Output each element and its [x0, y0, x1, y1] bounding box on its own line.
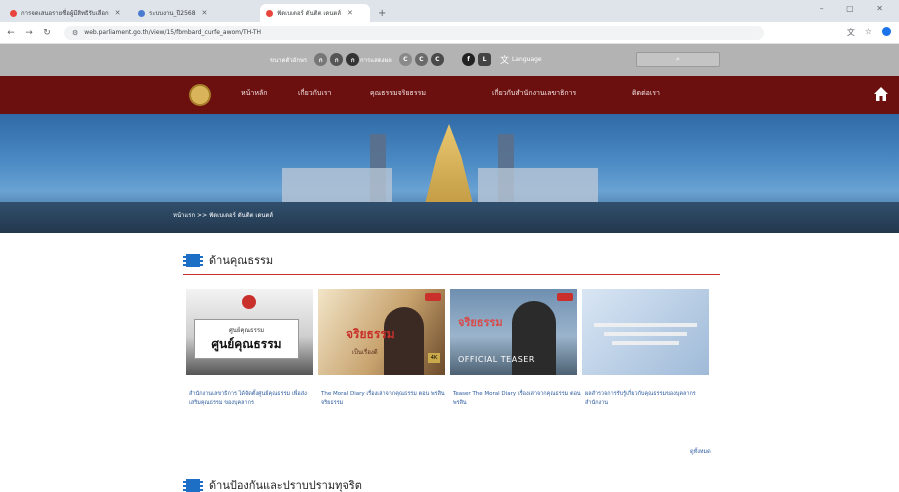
site-utility-bar: ขนาดตัวอักษร ก ก ก การแสดงผล C C C f L 文…: [0, 44, 899, 76]
thumbnail-sign: ศูนย์คุณธรรม ศูนย์คุณธรรม: [194, 319, 299, 359]
thumb-caption: OFFICIAL TEASER: [458, 355, 535, 364]
video-badge-icon: [557, 293, 573, 301]
tab-title: ฟัดเบเดอร์ ดันติต เดนตส์: [277, 10, 341, 17]
browser-actions: 文 ☆: [847, 27, 891, 38]
forward-icon[interactable]: →: [22, 28, 36, 38]
section-title-ethics: ด้านคุณธรรม: [183, 251, 273, 269]
url-text: web.parliament.go.th/view/15/fbmbard_cur…: [84, 29, 261, 36]
nav-item-about[interactable]: เกี่ยวกับเรา: [298, 88, 331, 99]
main-navigation: หน้าหลัก เกี่ยวกับเรา คุณธรรมจริยธรรม เก…: [0, 76, 899, 114]
thumb-big-text: ศูนย์คุณธรรม: [211, 336, 282, 351]
url-input[interactable]: ⚙ web.parliament.go.th/view/15/fbmbard_c…: [64, 25, 764, 40]
favicon-icon: [266, 9, 273, 17]
font-size-label: ขนาดตัวอักษร: [270, 56, 308, 64]
site-search-input[interactable]: ⌕: [636, 52, 720, 67]
back-icon[interactable]: ←: [4, 28, 18, 38]
card-caption-4[interactable]: ผลสำรวจการรับรู้เกี่ยวกับคุณธรรมของบุคลา…: [585, 390, 713, 408]
font-size-large-button[interactable]: ก: [346, 53, 360, 66]
social-and-language: f L 文 Language: [462, 53, 542, 66]
contrast-high-button[interactable]: C: [430, 53, 444, 66]
video-badge-icon: [425, 293, 441, 301]
profile-icon[interactable]: [882, 27, 891, 36]
close-tab-icon[interactable]: ✕: [115, 9, 121, 17]
thumb-text-line: [594, 323, 697, 327]
favicon-icon: [138, 9, 145, 17]
card-thumbnail-2[interactable]: จริยธรรม เป็นเรื่องดี 4K: [318, 289, 445, 375]
see-all-link[interactable]: ดูทั้งหมด: [690, 448, 711, 456]
thumb-text-line: [604, 332, 687, 336]
language-label[interactable]: Language: [512, 56, 542, 63]
browser-tab-3[interactable]: ฟัดเบเดอร์ ดันติต เดนตส์ ✕: [260, 4, 370, 22]
nav-item-home[interactable]: หน้าหลัก: [241, 88, 267, 99]
tab-title: การจดเสนอรายชื่อผู้มีสิทธิรับเลือก: [21, 10, 109, 17]
nav-item-secretariat[interactable]: เกี่ยวกับสำนักงานเลขาธิการ: [492, 88, 576, 99]
home-icon[interactable]: [873, 86, 889, 102]
tab-title: ระบบงาน_ปี2568: [149, 10, 196, 17]
close-tab-icon[interactable]: ✕: [202, 9, 208, 17]
hero-ground: [0, 202, 899, 233]
reload-icon[interactable]: ↻: [40, 28, 54, 38]
browser-tab-2[interactable]: ระบบงาน_ปี2568 ✕: [132, 4, 258, 22]
font-size-medium-button[interactable]: ก: [330, 53, 344, 66]
nav-item-ethics[interactable]: คุณธรรมจริยธรรม: [370, 88, 426, 99]
facebook-icon[interactable]: f: [462, 53, 475, 66]
window-controls[interactable]: – ▢ ✕: [820, 4, 893, 13]
contrast-controls: การแสดงผล C C C: [360, 53, 444, 66]
line-icon[interactable]: L: [478, 53, 491, 66]
font-size-controls: ขนาดตัวอักษร ก ก ก: [270, 53, 360, 66]
translate-icon[interactable]: 文: [847, 27, 855, 38]
nav-item-contact[interactable]: ติดต่อเรา: [632, 88, 660, 99]
thumb-subtitle: เป็นเรื่องดี: [352, 349, 378, 356]
thumb-title: จริยธรรม: [458, 316, 503, 329]
contrast-label: การแสดงผล: [360, 56, 392, 64]
section-title-text: ด้านคุณธรรม: [209, 254, 274, 267]
seal-icon: [242, 295, 256, 309]
thumb-text-line: [612, 341, 679, 345]
card-thumbnail-1[interactable]: ศูนย์คุณธรรม ศูนย์คุณธรรม: [186, 289, 313, 375]
hero-banner: [0, 114, 899, 233]
site-info-icon[interactable]: ⚙: [72, 29, 78, 37]
page: การจดเสนอรายชื่อผู้มีสิทธิรับเลือก ✕ ระบ…: [0, 0, 899, 492]
breadcrumb[interactable]: หน้าแรก >> ฟัดเบเดอร์ ดันติต เดนตส์: [173, 210, 273, 220]
hd-badge: 4K: [428, 353, 440, 363]
card-caption-2[interactable]: The Moral Diary เรื่องเล่าจากคุณธรรม ตอน…: [321, 390, 449, 408]
card-thumbnail-3[interactable]: จริยธรรม OFFICIAL TEASER: [450, 289, 577, 375]
new-tab-icon[interactable]: +: [372, 4, 392, 22]
thumb-title: จริยธรรม: [346, 327, 395, 341]
section-title-anti-corruption: ด้านป้องกันและปราบปรามทุจริต: [183, 476, 362, 492]
font-size-small-button[interactable]: ก: [314, 53, 328, 66]
contrast-normal-button[interactable]: C: [398, 53, 412, 66]
parliament-logo[interactable]: [189, 84, 211, 106]
film-strip-icon: [183, 478, 203, 492]
translate-icon: 文: [500, 56, 510, 66]
card-caption-3[interactable]: Teaser The Moral Diary เรื่องเล่าจากคุณธ…: [453, 390, 581, 408]
search-icon[interactable]: ⌕: [676, 55, 680, 64]
section-title-text: ด้านป้องกันและปราบปรามทุจริต: [209, 479, 362, 492]
browser-address-bar: ← → ↻ ⚙ web.parliament.go.th/view/15/fbm…: [0, 22, 899, 44]
browser-tab-bar: การจดเสนอรายชื่อผู้มีสิทธิรับเลือก ✕ ระบ…: [0, 0, 899, 22]
favicon-icon: [10, 9, 17, 17]
card-caption-1[interactable]: สำนักงานเลขาธิการ ได้จัดตั้งศูนย์คุณธรรม…: [189, 390, 317, 408]
close-tab-icon[interactable]: ✕: [347, 9, 353, 17]
card-thumbnail-4[interactable]: [582, 289, 709, 375]
browser-tab-1[interactable]: การจดเสนอรายชื่อผู้มีสิทธิรับเลือก ✕: [4, 4, 130, 22]
thumb-small-text: ศูนย์คุณธรรม: [228, 326, 265, 334]
contrast-gray-button[interactable]: C: [414, 53, 428, 66]
film-strip-icon: [183, 253, 203, 267]
bookmark-star-icon[interactable]: ☆: [865, 27, 872, 38]
section-divider: [183, 274, 720, 275]
